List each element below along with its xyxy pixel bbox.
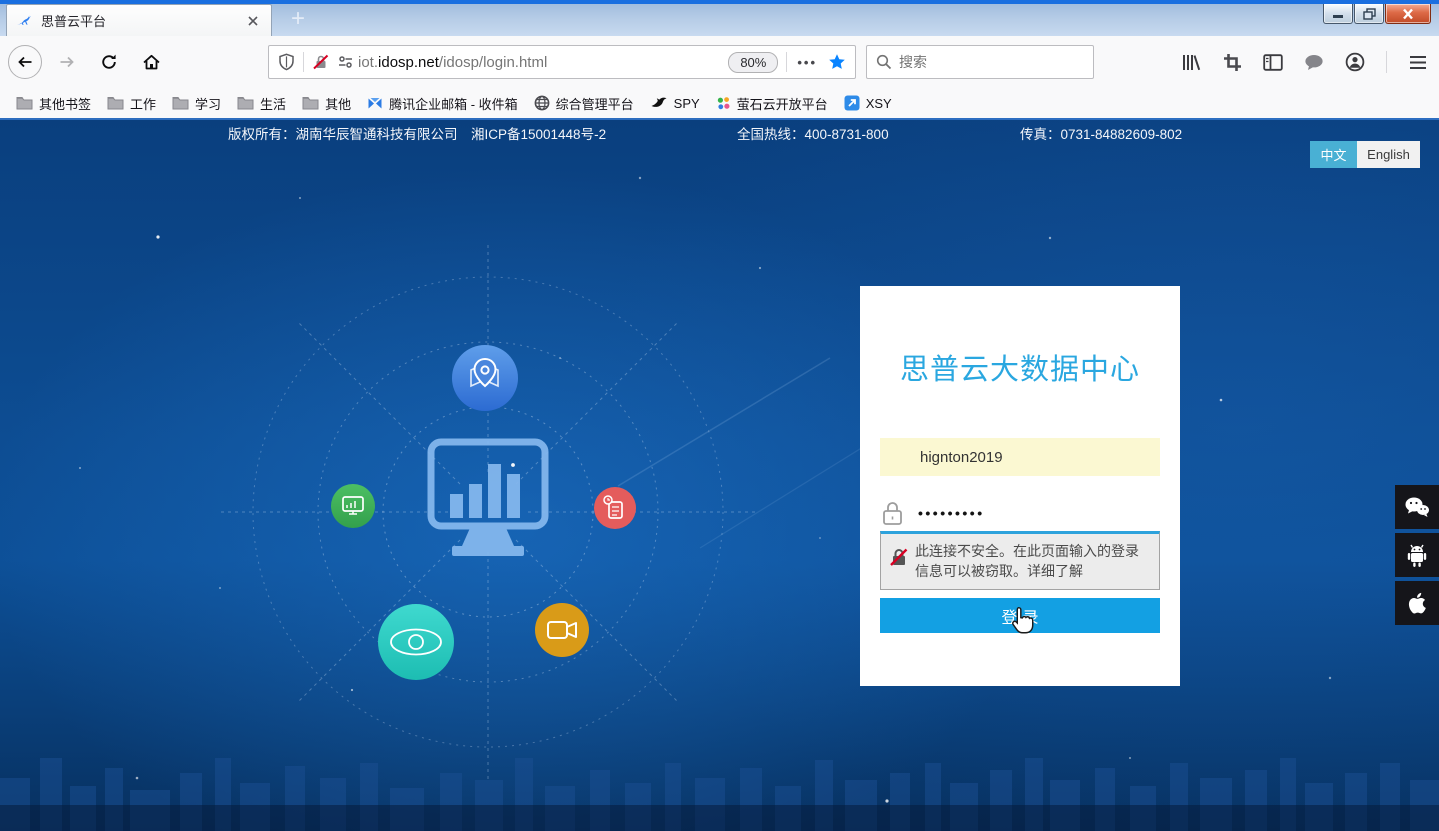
folder-icon — [16, 96, 33, 110]
bird-icon — [650, 96, 668, 110]
ezviz-icon — [716, 96, 731, 111]
bookmark-star-icon[interactable] — [828, 53, 846, 71]
bookmark-ezviz-platform[interactable]: 萤石云开放平台 — [708, 91, 836, 116]
search-input[interactable] — [899, 54, 1084, 70]
login-title: 思普云大数据中心 — [860, 346, 1180, 388]
search-bar[interactable] — [866, 45, 1094, 79]
window-controls — [1322, 4, 1431, 24]
tencent-mail-icon — [367, 96, 383, 111]
tracking-protection-shield-icon[interactable] — [278, 53, 295, 71]
padlock-icon — [880, 500, 905, 527]
home-button[interactable] — [134, 45, 168, 79]
toolbar-divider — [1386, 51, 1387, 73]
satellite-camera-icon — [535, 603, 589, 657]
side-app-buttons — [1395, 485, 1439, 625]
bookmark-folder-life[interactable]: 生活 — [229, 91, 294, 116]
apple-icon — [1405, 590, 1429, 616]
navigation-toolbar: iot.idosp.net/idosp/login.html 80% ••• — [0, 36, 1439, 88]
hero-graphic — [0, 118, 1439, 831]
url-text: iot.idosp.net/idosp/login.html — [358, 54, 547, 71]
menu-hamburger-icon[interactable] — [1408, 52, 1428, 72]
footer-hotline: 全国热线：400-8731-800 — [737, 123, 889, 143]
language-toggle: 中文 English — [1310, 141, 1420, 168]
bookmark-xsy[interactable]: XSY — [836, 92, 900, 114]
xsy-icon — [844, 95, 860, 111]
password-masked-value: ••••••••• — [918, 505, 985, 521]
satellite-report-icon — [594, 487, 636, 529]
bookmark-management-platform[interactable]: 综合管理平台 — [526, 91, 642, 116]
broken-lock-icon — [889, 547, 909, 567]
search-icon — [876, 54, 892, 70]
footer-bar — [0, 805, 1439, 831]
sidebar-toggle-icon[interactable] — [1263, 52, 1283, 72]
android-button[interactable] — [1395, 533, 1439, 577]
chat-bubble-icon[interactable] — [1304, 52, 1324, 72]
permissions-icon[interactable] — [337, 55, 354, 69]
urlbar-divider — [786, 52, 787, 72]
bookmark-spy[interactable]: SPY — [642, 93, 708, 114]
screenshot-crop-icon[interactable] — [1222, 52, 1242, 72]
password-field[interactable]: ••••••••• — [880, 498, 1160, 528]
bookmark-tencent-mail[interactable]: 腾讯企业邮箱 - 收件箱 — [359, 91, 526, 116]
satellite-eye-icon — [378, 604, 454, 680]
bookmark-folder-work[interactable]: 工作 — [99, 91, 164, 116]
bookmarks-toolbar: 其他书签 工作 学习 生活 其他 腾讯企业邮箱 - 收件箱 综合管理平台 SPY… — [0, 88, 1439, 118]
account-profile-icon[interactable] — [1345, 52, 1365, 72]
bookmark-folder-study[interactable]: 学习 — [164, 91, 229, 116]
folder-icon — [237, 96, 254, 110]
footer-fax: 传真：0731-84882609-802 — [1020, 123, 1182, 143]
center-monitor-icon — [431, 442, 545, 556]
new-tab-button[interactable]: + — [283, 6, 313, 33]
login-button[interactable]: 登录 — [880, 598, 1160, 633]
lang-chinese-button[interactable]: 中文 — [1310, 141, 1357, 168]
page-actions-button[interactable]: ••• — [797, 55, 817, 70]
toolbar-icons — [1181, 45, 1428, 79]
globe-icon — [534, 95, 550, 111]
insecure-connection-warning: 此连接不安全。在此页面输入的登录信息可以被窃取。详细了解 — [880, 531, 1160, 590]
insecure-lock-icon[interactable] — [312, 53, 330, 71]
bookmark-folder-other-bookmarks[interactable]: 其他书签 — [8, 91, 99, 116]
folder-icon — [172, 96, 189, 110]
folder-icon — [107, 96, 124, 110]
username-input[interactable] — [880, 438, 1160, 476]
titlebar: 思普云平台 + — [0, 0, 1439, 36]
reload-button[interactable] — [92, 45, 126, 79]
tab-favicon-antelope-icon — [16, 12, 33, 29]
library-icon[interactable] — [1181, 52, 1201, 72]
android-icon — [1405, 542, 1429, 568]
close-button[interactable] — [1385, 4, 1431, 24]
bookmark-folder-misc[interactable]: 其他 — [294, 91, 359, 116]
login-page: 中文 English 思普云大数据中心 ••••••••• 此连接不安全。在此页… — [0, 118, 1439, 831]
satellite-map-icon — [452, 345, 518, 411]
satellite-monitor-icon — [331, 484, 375, 528]
folder-icon — [302, 96, 319, 110]
apple-button[interactable] — [1395, 581, 1439, 625]
login-card: 思普云大数据中心 ••••••••• 此连接不安全。在此页面输入的登录信息可以被… — [860, 286, 1180, 686]
wechat-icon — [1404, 496, 1430, 518]
forward-button[interactable] — [50, 45, 84, 79]
back-button[interactable] — [8, 45, 42, 79]
zoom-level-badge[interactable]: 80% — [728, 52, 778, 73]
restore-button[interactable] — [1354, 4, 1384, 24]
url-bar[interactable]: iot.idosp.net/idosp/login.html 80% ••• — [268, 45, 856, 79]
tab-title: 思普云平台 — [41, 11, 244, 30]
minimize-button[interactable] — [1323, 4, 1353, 24]
urlbar-divider — [303, 52, 304, 72]
learn-more-link[interactable]: 详细了解 — [1027, 563, 1083, 579]
tab-close-icon[interactable] — [244, 12, 262, 30]
footer-copyright: 版权所有：湖南华辰智通科技有限公司 湘ICP备15001448号-2 — [228, 123, 606, 143]
browser-tab[interactable]: 思普云平台 — [6, 4, 272, 36]
wechat-button[interactable] — [1395, 485, 1439, 529]
lang-english-button[interactable]: English — [1357, 141, 1420, 168]
